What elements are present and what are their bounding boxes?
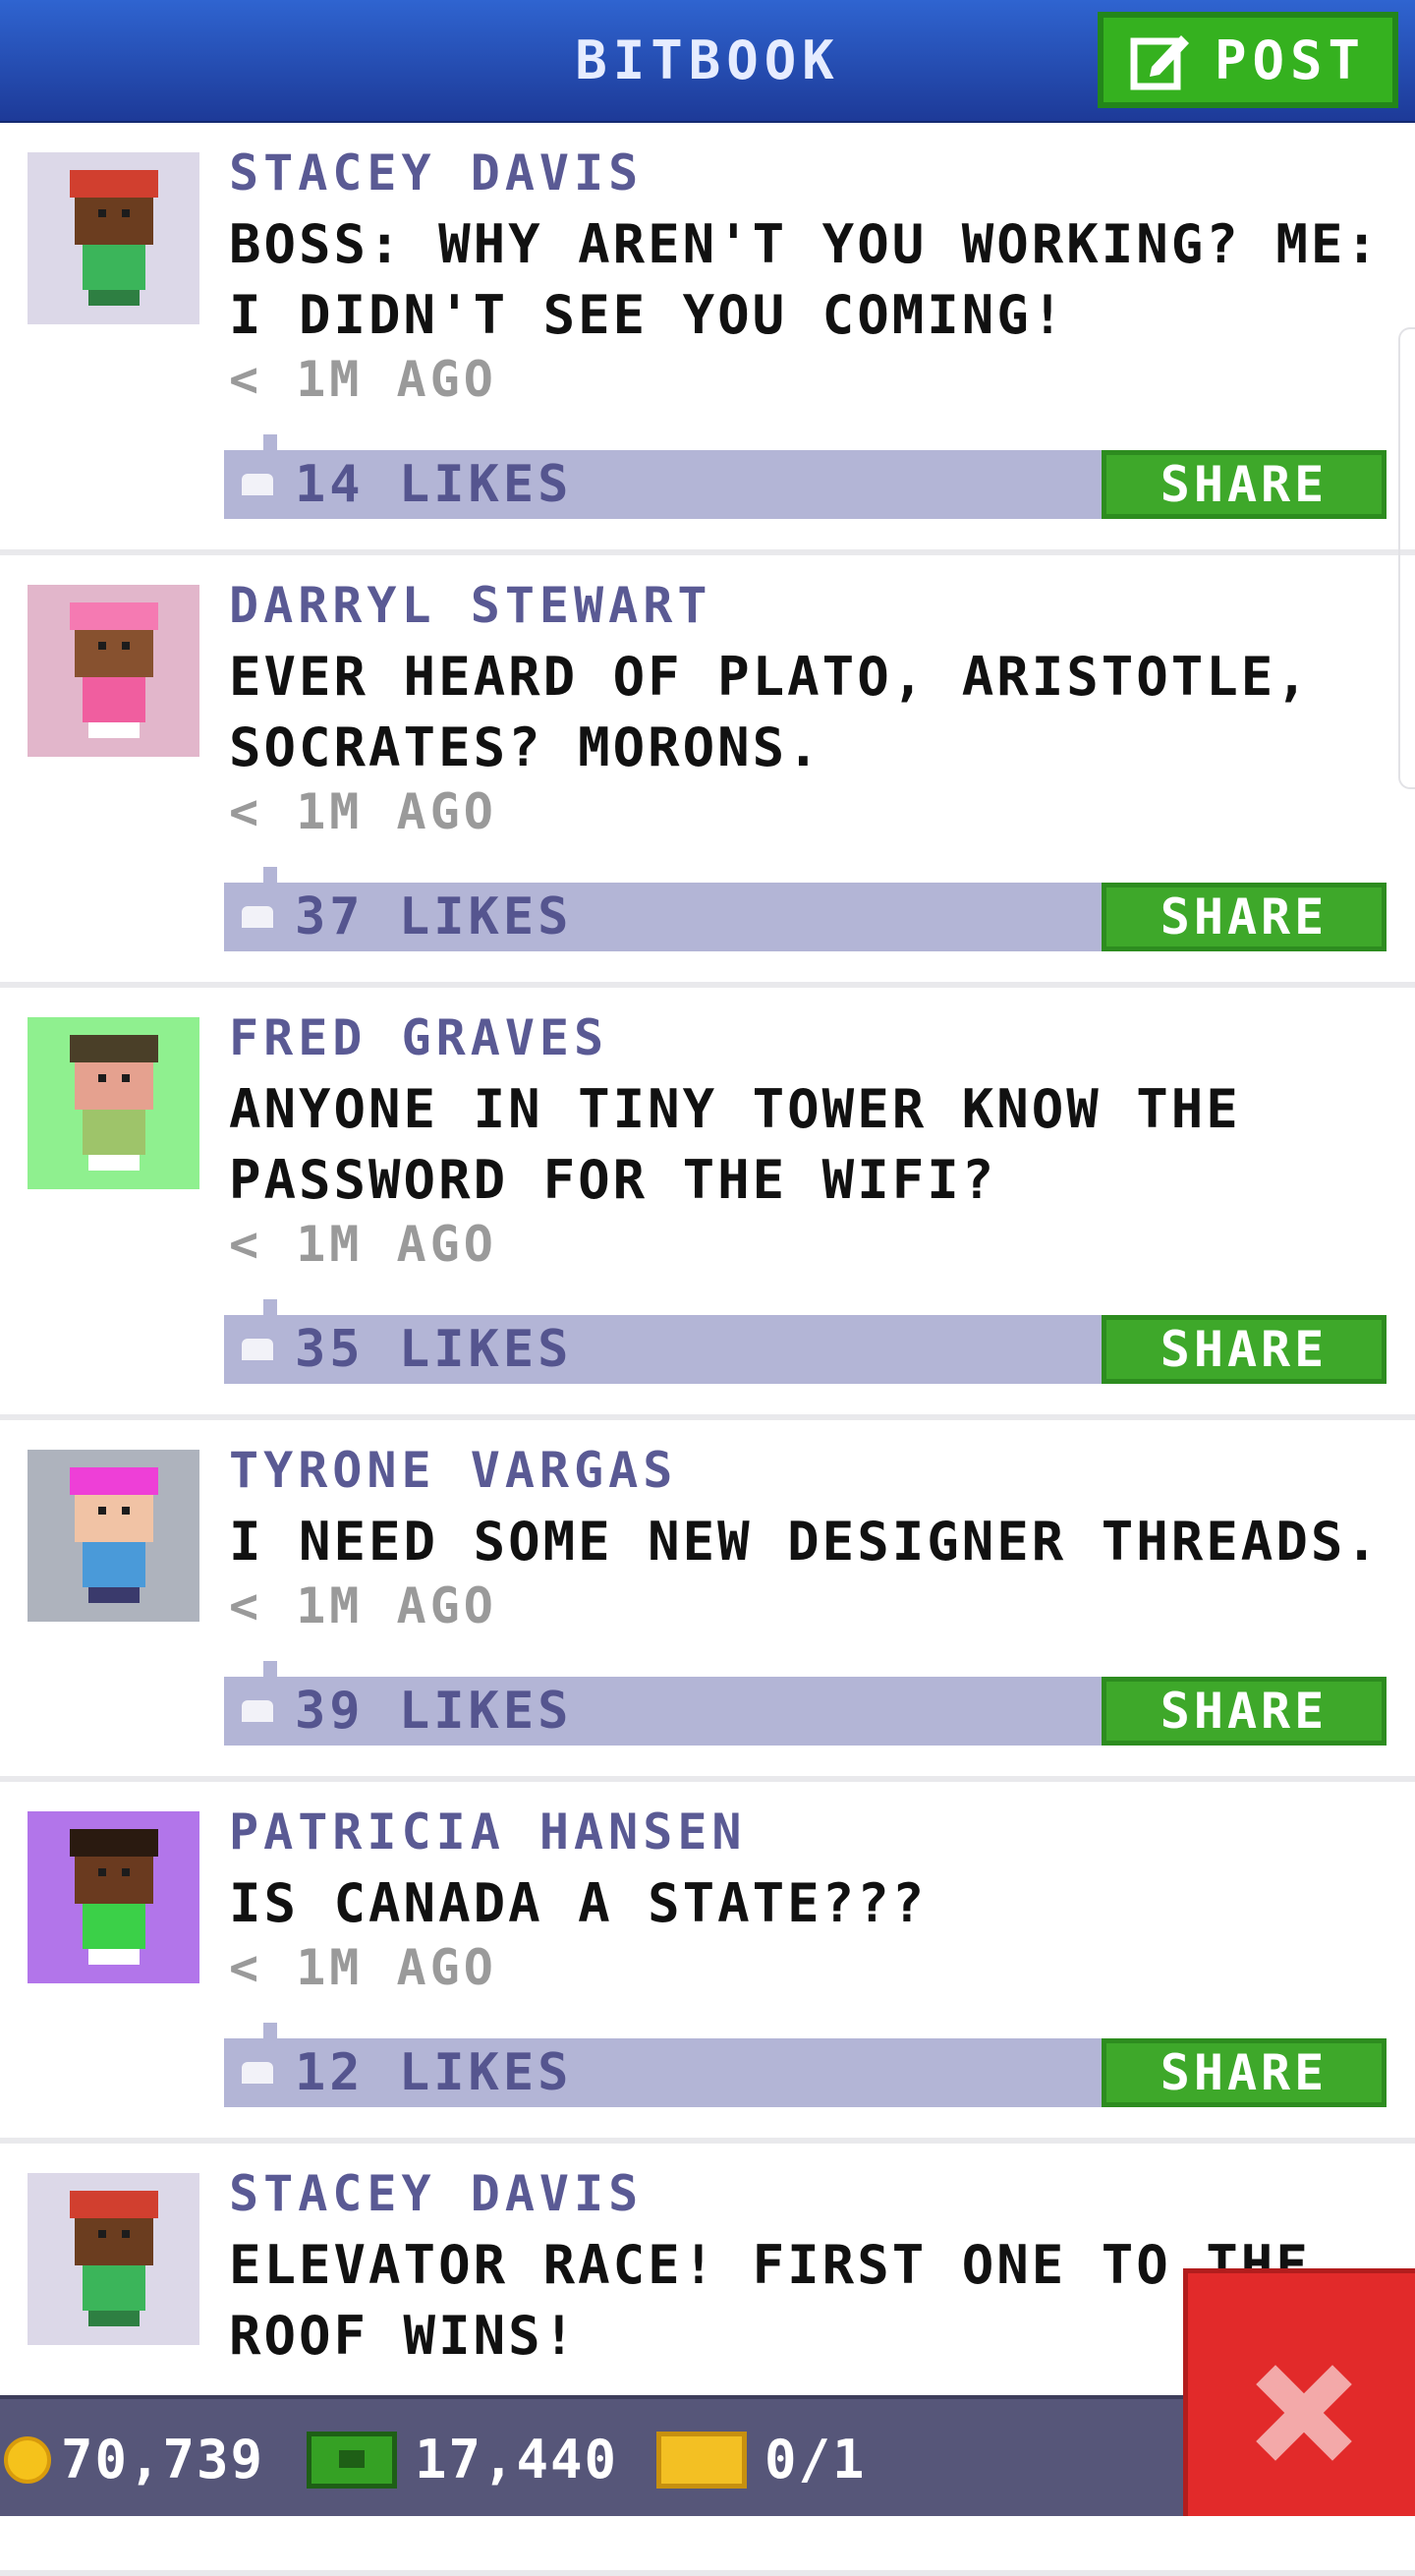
avatar-figure — [65, 602, 163, 740]
avatar[interactable] — [28, 585, 199, 757]
avatar-eye — [98, 209, 106, 217]
avatar-hair — [70, 1829, 158, 1857]
thumbs-up-icon[interactable] — [242, 1339, 273, 1360]
post-card: PATRICIA HANSEN IS CANADA A STATE??? < 1… — [0, 1782, 1415, 2144]
ticket-icon — [656, 2431, 747, 2489]
post-text: IS CANADA A STATE??? — [229, 1872, 928, 1934]
post-time: < 1M AGO — [229, 1939, 497, 1996]
avatar[interactable] — [28, 152, 199, 324]
avatar-eye — [98, 1074, 106, 1082]
avatar-eye — [98, 1868, 106, 1876]
avatar-figure — [65, 1829, 163, 1967]
post-card: DARRYL STEWART EVER HEARD OF PLATO, ARIS… — [0, 555, 1415, 988]
post-card: FRED GRAVES ANYONE IN TINY TOWER KNOW TH… — [0, 988, 1415, 1420]
avatar-eye — [98, 642, 106, 650]
likes-count: 12 LIKES — [295, 2043, 573, 2102]
share-button[interactable]: SHARE — [1102, 1315, 1387, 1384]
like-bar: 39 LIKES SHARE — [224, 1661, 1387, 1746]
post-text: I NEED SOME NEW DESIGNER THREADS. — [229, 1511, 1381, 1573]
bux-value: 17,440 — [415, 2429, 619, 2490]
avatar-hair — [70, 602, 158, 630]
avatar-hair — [70, 2191, 158, 2218]
post-card: TYRONE VARGAS I NEED SOME NEW DESIGNER T… — [0, 1420, 1415, 1782]
post-time: < 1M AGO — [229, 1577, 497, 1634]
like-bar: 37 LIKES SHARE — [224, 867, 1387, 951]
post-author: DARRYL STEWART — [229, 577, 712, 634]
feed-list[interactable]: STACEY DAVIS BOSS: WHY AREN'T YOU WORKIN… — [0, 123, 1415, 2576]
post-time: < 1M AGO — [229, 783, 497, 840]
avatar-eye — [122, 2230, 130, 2238]
post-author: PATRICIA HANSEN — [229, 1803, 747, 1860]
tickets-counter: 0/1 — [656, 2399, 867, 2520]
share-button[interactable]: SHARE — [1102, 1677, 1387, 1746]
app-header: BITBOOK POST — [0, 0, 1415, 123]
likes-count: 39 LIKES — [295, 1682, 573, 1741]
avatar-eye — [98, 2230, 106, 2238]
thumbs-up-icon[interactable] — [242, 474, 273, 495]
avatar-shirt — [83, 677, 145, 722]
coin-icon — [4, 2435, 51, 2484]
likes-count: 14 LIKES — [295, 455, 573, 514]
post-author: FRED GRAVES — [229, 1009, 609, 1066]
avatar-legs — [88, 1949, 140, 1965]
avatar-hair — [70, 1035, 158, 1062]
avatar-figure — [65, 1467, 163, 1605]
thumbs-up-icon[interactable] — [242, 2062, 273, 2084]
like-bar: 12 LIKES SHARE — [224, 2023, 1387, 2107]
post-text: EVER HEARD OF PLATO, ARISTOTLE, SOCRATES… — [229, 646, 1311, 778]
post-button[interactable]: POST — [1098, 12, 1398, 108]
avatar-eye — [98, 1507, 106, 1515]
likes-count: 37 LIKES — [295, 887, 573, 946]
post-time: < 1M AGO — [229, 1216, 497, 1273]
close-button[interactable] — [1183, 2268, 1415, 2516]
coins-value: 70,739 — [61, 2429, 265, 2490]
post-author: STACEY DAVIS — [229, 2165, 644, 2222]
compose-icon — [1130, 35, 1189, 90]
likes-count: 35 LIKES — [295, 1320, 573, 1379]
avatar-shirt — [83, 1542, 145, 1587]
avatar-eye — [122, 209, 130, 217]
avatar-legs — [88, 1587, 140, 1603]
avatar[interactable] — [28, 2173, 199, 2345]
avatar-figure — [65, 2191, 163, 2328]
avatar-eye — [122, 642, 130, 650]
avatar-hair — [70, 1467, 158, 1495]
avatar-shirt — [83, 1110, 145, 1155]
thumbs-up-icon[interactable] — [242, 1700, 273, 1722]
avatar-legs — [88, 1155, 140, 1171]
post-author: TYRONE VARGAS — [229, 1442, 678, 1499]
avatar-eye — [122, 1507, 130, 1515]
post-card: STACEY DAVIS BOSS: WHY AREN'T YOU WORKIN… — [0, 123, 1415, 555]
avatar[interactable] — [28, 1450, 199, 1622]
post-text: ANYONE IN TINY TOWER KNOW THE PASSWORD F… — [229, 1078, 1241, 1211]
bux-icon — [307, 2431, 397, 2489]
avatar-shirt — [83, 1904, 145, 1949]
coins-counter: 70,739 — [4, 2399, 264, 2520]
avatar-hair — [70, 170, 158, 198]
post-author: STACEY DAVIS — [229, 144, 644, 201]
avatar[interactable] — [28, 1811, 199, 1983]
post-time: < 1M AGO — [229, 351, 497, 408]
avatar-legs — [88, 2311, 140, 2326]
share-button[interactable]: SHARE — [1102, 883, 1387, 951]
avatar-shirt — [83, 2265, 145, 2311]
thumbs-up-icon[interactable] — [242, 906, 273, 928]
tickets-value: 0/1 — [764, 2429, 867, 2490]
post-text: BOSS: WHY AREN'T YOU WORKING? ME: I DIDN… — [229, 213, 1381, 346]
like-bar: 14 LIKES SHARE — [224, 434, 1387, 519]
share-button[interactable]: SHARE — [1102, 450, 1387, 519]
scroll-indicator[interactable] — [1398, 327, 1415, 789]
avatar-eye — [122, 1074, 130, 1082]
avatar-legs — [88, 290, 140, 306]
avatar[interactable] — [28, 1017, 199, 1189]
post-button-label: POST — [1214, 29, 1367, 91]
like-bar: 35 LIKES SHARE — [224, 1299, 1387, 1384]
avatar-figure — [65, 1035, 163, 1173]
avatar-figure — [65, 170, 163, 308]
bux-counter: 17,440 — [307, 2399, 618, 2520]
avatar-eye — [122, 1868, 130, 1876]
share-button[interactable]: SHARE — [1102, 2038, 1387, 2107]
avatar-legs — [88, 722, 140, 738]
avatar-shirt — [83, 245, 145, 290]
